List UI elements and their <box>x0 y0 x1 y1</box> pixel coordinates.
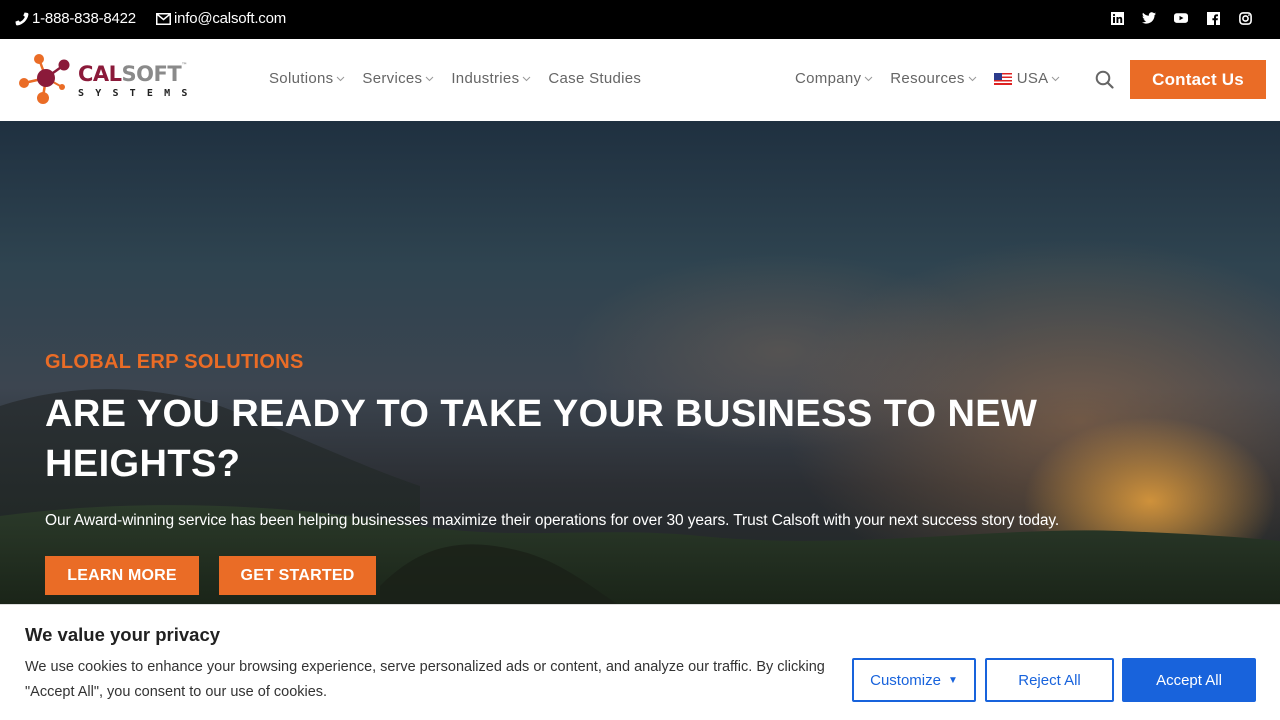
linkedin-icon[interactable] <box>1110 11 1124 25</box>
contact-us-button[interactable]: Contact Us <box>1130 60 1266 99</box>
nav-item-resources[interactable]: Resources <box>890 70 977 87</box>
learn-more-button[interactable]: LEARN MORE <box>45 556 199 595</box>
nav-label: Case Studies <box>548 70 642 87</box>
top-contact-info: 1-888-838-8422 info@calsoft.com <box>15 10 306 27</box>
cookie-title: We value your privacy <box>25 624 221 645</box>
facebook-icon[interactable] <box>1206 11 1220 25</box>
search-icon <box>1095 70 1114 89</box>
chevron-down-icon <box>864 74 873 83</box>
get-started-button[interactable]: GET STARTED <box>219 556 376 595</box>
caret-down-icon: ▼ <box>947 674 958 686</box>
chevron-down-icon <box>1051 74 1060 83</box>
nav-item-company[interactable]: Company <box>795 70 873 87</box>
chevron-down-icon <box>425 74 434 83</box>
molecule-logo-icon <box>19 54 70 104</box>
phone-icon <box>15 11 29 25</box>
logo-tagline: SYSTEMS <box>78 88 199 99</box>
nav-item-services[interactable]: Services <box>362 70 434 87</box>
envelope-icon <box>155 12 171 25</box>
youtube-icon[interactable] <box>1174 11 1188 25</box>
region-selector[interactable]: USA <box>993 70 1061 87</box>
main-header: CALSOFT™ SYSTEMS Solutions Services Indu… <box>0 39 1280 121</box>
top-bar: 1-888-838-8422 info@calsoft.com <box>0 0 1280 39</box>
calsoft-logo[interactable]: CALSOFT™ SYSTEMS <box>18 52 218 108</box>
phone-number: 1-888-838-8422 <box>32 10 136 27</box>
phone-link[interactable]: 1-888-838-8422 <box>15 10 136 27</box>
email-address: info@calsoft.com <box>173 10 287 27</box>
region-label: USA <box>1016 70 1049 87</box>
nav-item-solutions[interactable]: Solutions <box>269 70 345 87</box>
cookie-consent-banner: We value your privacy We use cookies to … <box>0 604 1280 720</box>
nav-item-industries[interactable]: Industries <box>451 70 531 87</box>
us-flag-icon <box>993 72 1012 85</box>
accept-all-button[interactable]: Accept All <box>1122 658 1256 702</box>
nav-label: Resources <box>890 70 965 87</box>
customize-button[interactable]: Customize ▼ <box>852 658 976 702</box>
hero-eyebrow: GLOBAL ERP SOLUTIONS <box>45 351 304 373</box>
primary-nav: Solutions Services Industries Case Studi… <box>269 70 658 87</box>
secondary-nav: Company Resources USA <box>795 70 1077 87</box>
chevron-down-icon <box>522 74 531 83</box>
nav-label: Services <box>362 70 423 87</box>
nav-item-case-studies[interactable]: Case Studies <box>548 70 641 87</box>
email-link[interactable]: info@calsoft.com <box>155 10 287 27</box>
nav-label: Industries <box>451 70 520 87</box>
hero-lead: Our Award-winning service has been helpi… <box>45 512 1060 529</box>
reject-all-button[interactable]: Reject All <box>985 658 1114 702</box>
hero-headline: ARE YOU READY TO TAKE YOUR BUSINESS TO N… <box>45 393 1038 485</box>
twitter-icon[interactable] <box>1142 11 1156 25</box>
cookie-description: We use cookies to enhance your browsing … <box>25 659 825 700</box>
nav-label: Solutions <box>269 70 334 87</box>
chevron-down-icon <box>336 74 345 83</box>
social-links <box>1110 11 1252 25</box>
hero-banner: GLOBAL ERP SOLUTIONS ARE YOU READY TO TA… <box>0 121 1280 606</box>
nav-label: Company <box>795 70 862 87</box>
search-button[interactable] <box>1094 70 1114 90</box>
customize-label: Customize <box>870 671 941 689</box>
instagram-icon[interactable] <box>1238 11 1252 25</box>
chevron-down-icon <box>968 74 977 83</box>
logo-wordmark: CALSOFT™ <box>78 62 187 86</box>
